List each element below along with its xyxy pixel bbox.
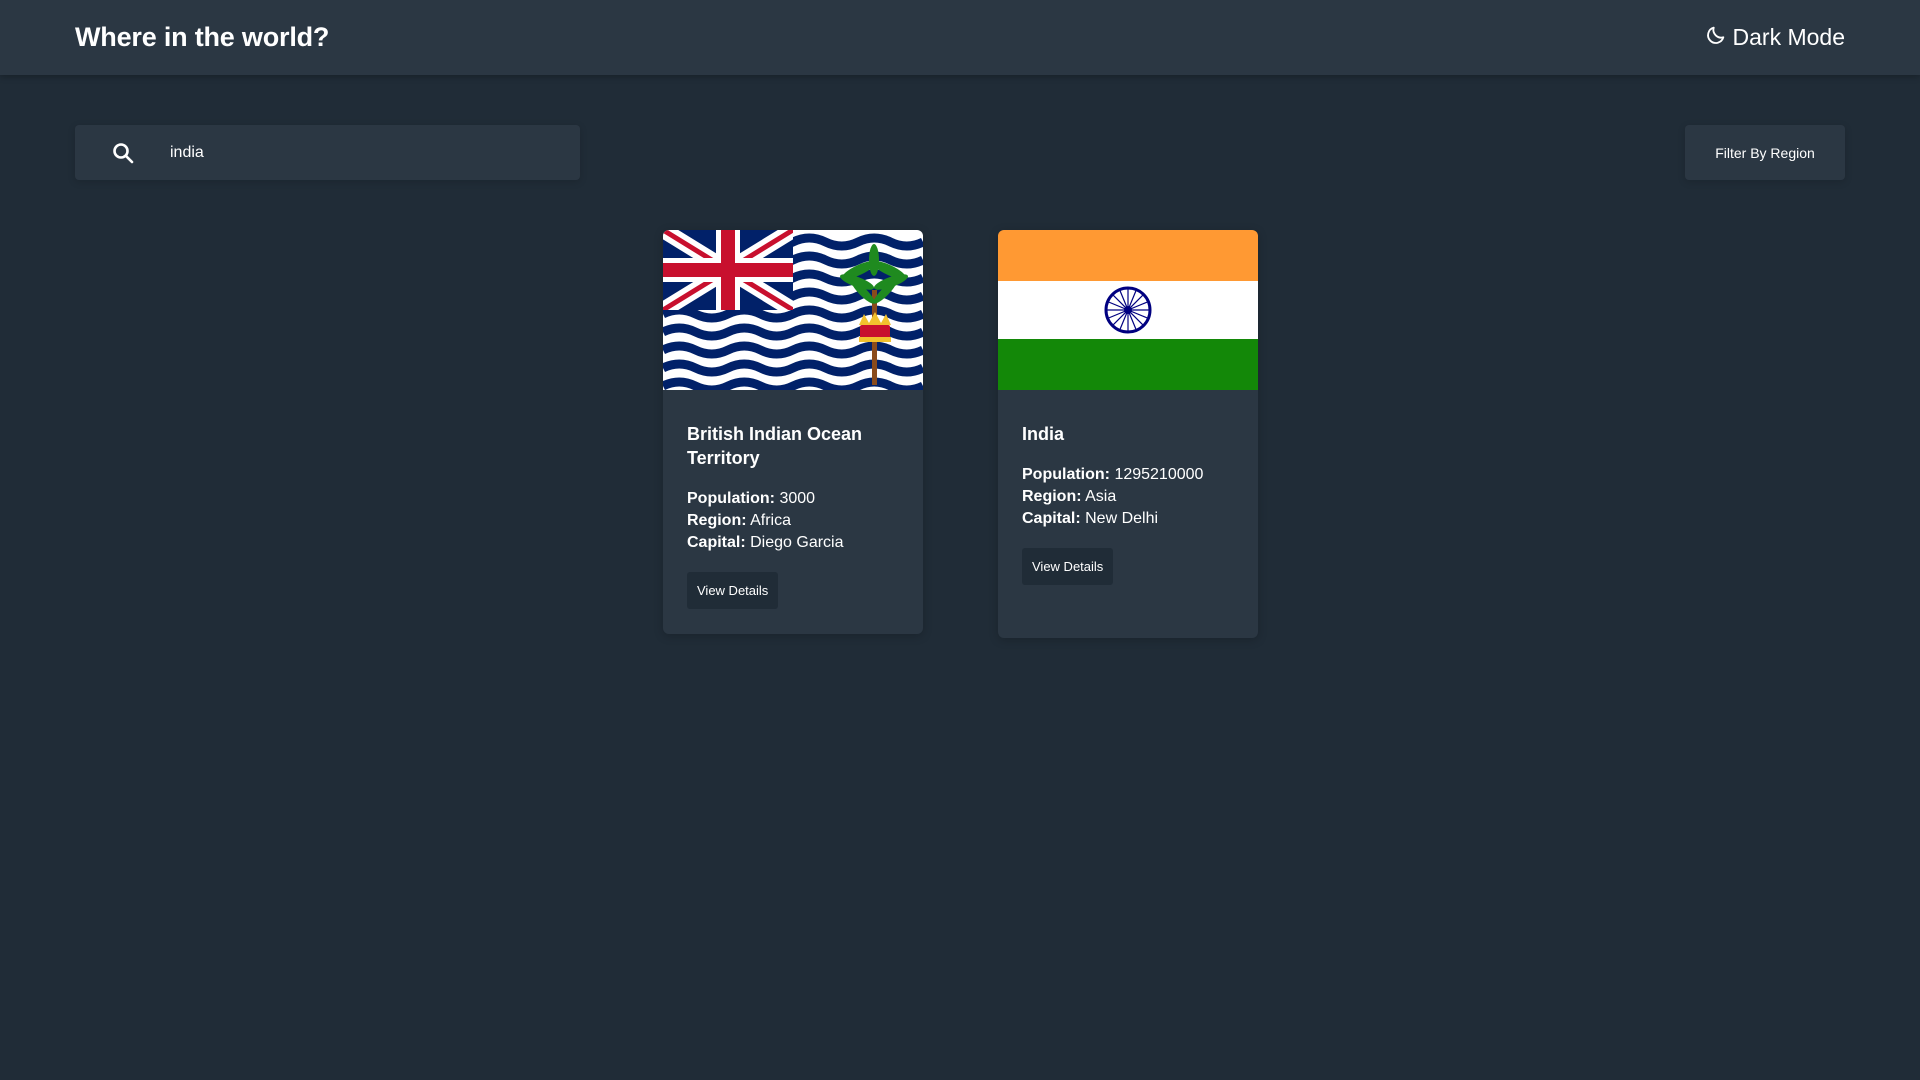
dark-mode-label: Dark Mode: [1732, 24, 1845, 50]
population-stat: Population: 1295210000: [1022, 466, 1204, 483]
page-title: Where in the world?: [75, 22, 330, 52]
country-flag-image: [663, 230, 923, 390]
controls-bar: Filter By Region: [75, 125, 1845, 180]
region-stat: Region: Asia: [1022, 488, 1117, 505]
moon-icon: [1705, 24, 1727, 52]
region-stat: Region: Africa: [687, 512, 792, 529]
app-header: Where in the world? Dark Mode: [0, 0, 1920, 75]
capital-stat: Capital: New Delhi: [1022, 510, 1159, 527]
view-details-button[interactable]: View Details: [1022, 548, 1114, 585]
country-card-india[interactable]: India Population: 1295210000 Region: Asi…: [998, 230, 1258, 638]
capital-stat: Capital: Diego Garcia: [687, 534, 844, 551]
country-name: British Indian Ocean Territory: [687, 424, 863, 468]
filter-by-region-dropdown[interactable]: Filter By Region: [1685, 125, 1845, 180]
country-card-british-indian-ocean-territory[interactable]: British Indian Ocean Territory Populatio…: [663, 230, 923, 634]
country-name: India: [1022, 424, 1065, 444]
view-details-button[interactable]: View Details: [687, 572, 779, 609]
dark-mode-toggle[interactable]: Dark Mode: [1705, 24, 1845, 52]
search-box: [75, 125, 580, 180]
search-input[interactable]: [170, 125, 550, 180]
population-stat: Population: 3000: [687, 490, 816, 507]
country-flag-image: [998, 230, 1258, 390]
search-icon: [75, 141, 170, 165]
